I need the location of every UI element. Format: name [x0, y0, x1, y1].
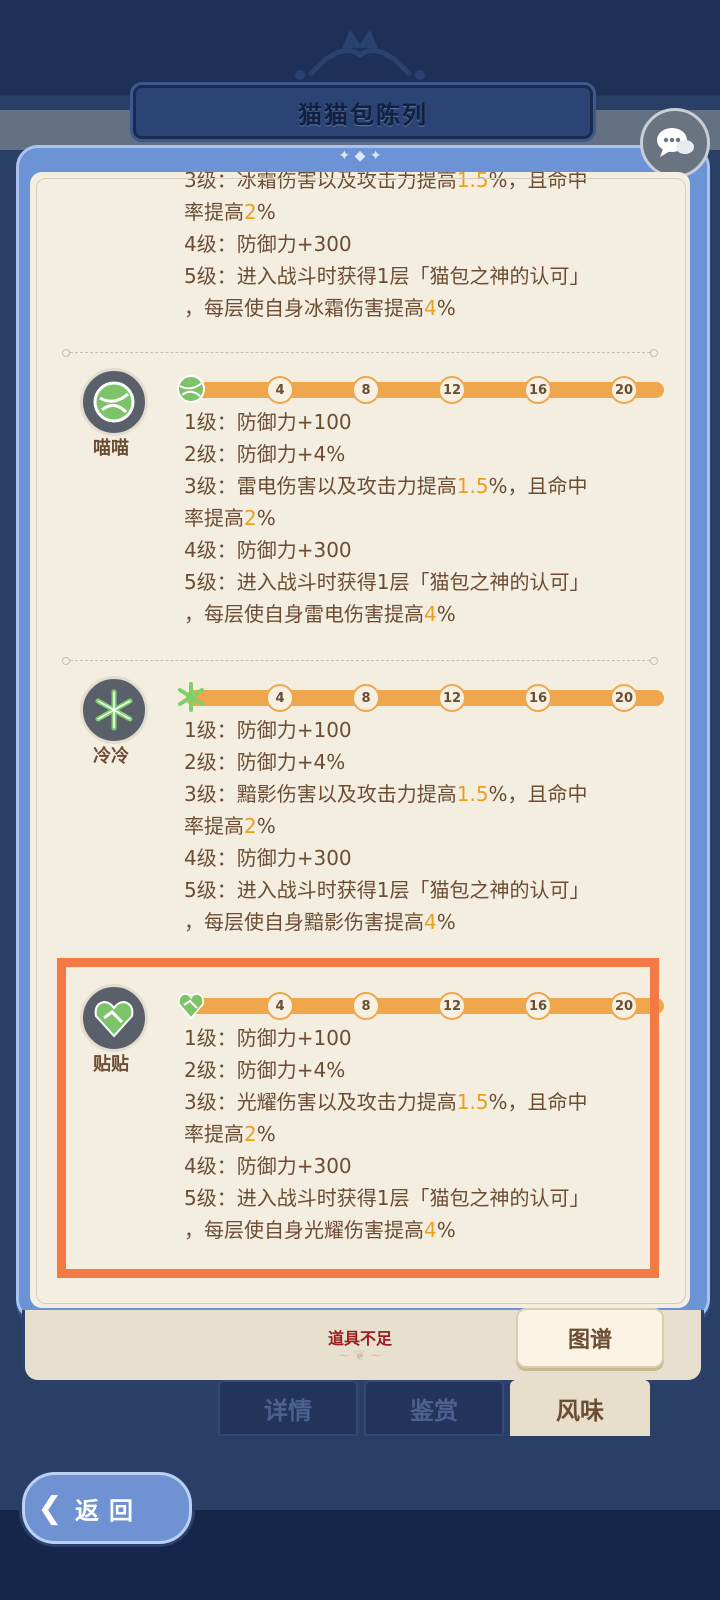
buff-line: ，每层使自身雷电伤害提高4% — [184, 602, 456, 626]
level-tick: 16 — [524, 684, 552, 712]
buff-line: 5级：进入战斗时获得1层「猫包之神的认可」 — [184, 1186, 590, 1210]
buff-line: 率提高2% — [184, 1122, 276, 1146]
buff-lines: 1级：防御力+100 2级：防御力+4% 3级：雷电伤害以及攻击力提高1.5%，… — [184, 406, 674, 630]
level-tick: 12 — [438, 684, 466, 712]
level-tick: 8 — [352, 684, 380, 712]
back-label: 返回 — [75, 1496, 143, 1525]
snowflake-icon — [95, 689, 133, 731]
level-bar-fill — [186, 382, 664, 398]
buff-line: 1级：防御力+100 — [184, 410, 352, 434]
title-banner: 猫猫包陈列 — [130, 82, 596, 142]
top-partial-lines: 3级：冰霜伤害以及攻击力提高1.5%，且命中 率提高2% 4级：防御力+300 … — [184, 172, 674, 324]
green-ball-icon — [93, 381, 135, 423]
level-tick: 12 — [438, 992, 466, 1020]
handshake-heart-icon — [94, 1000, 134, 1038]
tujian-button[interactable]: 图谱 — [516, 1308, 664, 1368]
level-bar-fill — [186, 690, 664, 706]
buff-line: 4级：防御力+300 — [184, 232, 352, 256]
level-tick: 20 — [610, 376, 638, 404]
buff-line: 3级：冰霜伤害以及攻击力提高1.5%，且命中 — [184, 172, 588, 192]
buff-line: ，每层使自身光耀伤害提高4% — [184, 1218, 456, 1242]
cat-avatar — [80, 984, 148, 1052]
section-divider — [62, 657, 658, 665]
buff-line: ，每层使自身冰霜伤害提高4% — [184, 296, 456, 320]
handshake-heart-icon — [178, 993, 204, 1020]
buff-line: 率提高2% — [184, 200, 276, 224]
buff-line: 1级：防御力+100 — [184, 1026, 352, 1050]
buff-line: 2级：防御力+4% — [184, 442, 346, 466]
level-tick: 4 — [266, 376, 294, 404]
level-bar: 4 8 12 16 20 — [176, 374, 676, 404]
buff-line: 1级：防御力+100 — [184, 718, 352, 742]
level-bar-fill — [186, 998, 664, 1014]
section-divider — [62, 349, 658, 357]
buff-line: 2级：防御力+4% — [184, 750, 346, 774]
buff-line: 率提高2% — [184, 506, 276, 530]
buff-line: 4级：防御力+300 — [184, 846, 352, 870]
buff-line: 3级：黯影伤害以及攻击力提高1.5%，且命中 — [184, 782, 588, 806]
crown-ornament-icon — [295, 30, 425, 80]
green-ball-icon — [177, 375, 205, 403]
cat-avatar — [80, 368, 148, 436]
tab-bar: 详情 鉴赏 风味 — [218, 1380, 708, 1436]
level-tick: 16 — [524, 376, 552, 404]
buff-line: 5级：进入战斗时获得1层「猫包之神的认可」 — [184, 570, 590, 594]
tab-details[interactable]: 详情 — [218, 1380, 358, 1436]
buff-line: 3级：雷电伤害以及攻击力提高1.5%，且命中 — [184, 474, 588, 498]
level-tick: 8 — [352, 376, 380, 404]
buff-line: ，每层使自身黯影伤害提高4% — [184, 910, 456, 934]
tab-flavor[interactable]: 风味 — [510, 1380, 650, 1436]
buff-lines: 1级：防御力+100 2级：防御力+4% 3级：光耀伤害以及攻击力提高1.5%，… — [184, 1022, 674, 1246]
level-tick: 20 — [610, 684, 638, 712]
buff-line: 3级：光耀伤害以及攻击力提高1.5%，且命中 — [184, 1090, 588, 1114]
chat-bubbles-icon — [657, 128, 694, 157]
back-arrow-icon: ❮ — [37, 1490, 63, 1526]
back-button[interactable]: ❮ 返回 — [22, 1472, 192, 1544]
cat-name: 冷冷 — [93, 746, 129, 767]
level-tick: 8 — [352, 992, 380, 1020]
cat-name: 贴贴 — [93, 1054, 129, 1075]
level-tick: 4 — [266, 684, 294, 712]
level-tick: 12 — [438, 376, 466, 404]
diamond-ornament-icon: ✦ ◆ ✦ — [338, 148, 382, 164]
level-bar: 4 8 12 16 20 — [176, 682, 676, 712]
level-tick: 4 — [266, 992, 294, 1020]
cat-name: 喵喵 — [93, 438, 129, 459]
buff-line: 率提高2% — [184, 814, 276, 838]
buff-line: 4级：防御力+300 — [184, 1154, 352, 1178]
buff-line: 5级：进入战斗时获得1层「猫包之神的认可」 — [184, 878, 590, 902]
buff-line: 2级：防御力+4% — [184, 1058, 346, 1082]
tab-appreciate[interactable]: 鉴赏 — [364, 1380, 504, 1436]
snowflake-icon — [178, 682, 204, 712]
buff-lines: 1级：防御力+100 2级：防御力+4% 3级：黯影伤害以及攻击力提高1.5%，… — [184, 714, 674, 938]
buff-line: 5级：进入战斗时获得1层「猫包之神的认可」 — [184, 264, 590, 288]
level-bar: 4 8 12 16 20 — [176, 990, 676, 1020]
page-title: 猫猫包陈列 — [298, 100, 428, 129]
chat-button[interactable] — [640, 108, 710, 178]
cat-avatar — [80, 676, 148, 744]
swirl-ornament-icon: ~ ❦ ~ — [337, 1348, 383, 1364]
level-tick: 20 — [610, 992, 638, 1020]
buff-line: 4级：防御力+300 — [184, 538, 352, 562]
level-tick: 16 — [524, 992, 552, 1020]
buff-list-panel[interactable]: 3级：冰霜伤害以及攻击力提高1.5%，且命中 率提高2% 4级：防御力+300 … — [30, 172, 690, 1308]
